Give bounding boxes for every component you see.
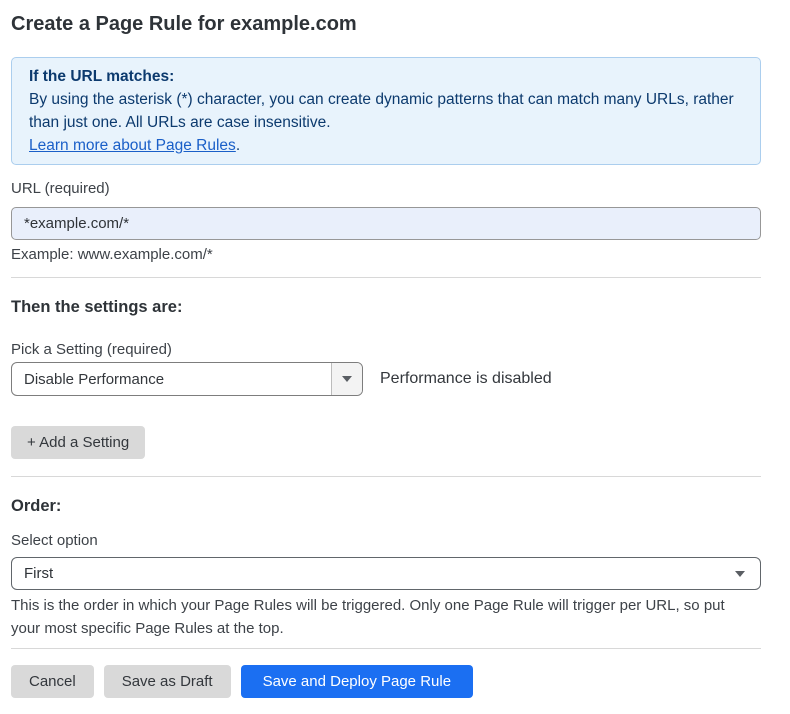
info-box-link-line: Learn more about Page Rules.	[29, 134, 743, 157]
settings-section-heading: Then the settings are:	[11, 297, 761, 318]
order-select-label: Select option	[11, 531, 761, 551]
order-help-text: This is the order in which your Page Rul…	[11, 594, 753, 640]
cancel-button[interactable]: Cancel	[11, 665, 94, 698]
url-matches-info-box: If the URL matches: By using the asteris…	[11, 57, 761, 165]
pick-setting-label: Pick a Setting (required)	[11, 340, 761, 360]
url-field-label: URL (required)	[11, 179, 761, 199]
divider	[11, 476, 761, 477]
order-section-heading: Order:	[11, 496, 761, 517]
info-box-heading: If the URL matches:	[29, 65, 743, 88]
setting-row: Disable Performance Performance is disab…	[11, 362, 761, 396]
order-select[interactable]: First	[11, 557, 761, 590]
learn-more-link[interactable]: Learn more about Page Rules	[29, 137, 236, 154]
divider	[11, 277, 761, 278]
chevron-down-icon	[342, 376, 352, 382]
create-page-rule-panel: Create a Page Rule for example.com If th…	[0, 0, 790, 698]
divider	[11, 648, 761, 649]
chevron-down-icon	[735, 571, 745, 577]
add-setting-button[interactable]: + Add a Setting	[11, 426, 145, 459]
link-period: .	[236, 137, 240, 154]
url-input[interactable]	[11, 207, 761, 240]
url-example-text: Example: www.example.com/*	[11, 245, 761, 265]
order-select-value: First	[24, 565, 53, 582]
footer-button-row: Cancel Save as Draft Save and Deploy Pag…	[11, 665, 761, 698]
info-box-body: By using the asterisk (*) character, you…	[29, 88, 743, 134]
save-and-deploy-button[interactable]: Save and Deploy Page Rule	[241, 665, 473, 698]
setting-status-text: Performance is disabled	[380, 370, 552, 388]
setting-select-arrow-button[interactable]	[331, 363, 362, 395]
setting-select[interactable]: Disable Performance	[11, 362, 363, 396]
page-title: Create a Page Rule for example.com	[11, 12, 761, 36]
save-as-draft-button[interactable]: Save as Draft	[104, 665, 231, 698]
setting-select-value: Disable Performance	[12, 363, 331, 395]
